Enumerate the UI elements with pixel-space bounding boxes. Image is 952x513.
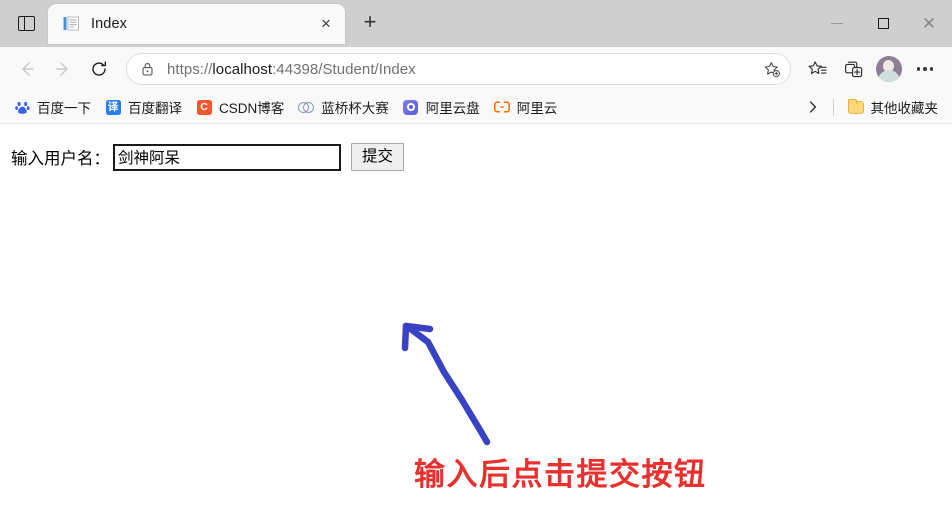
browser-tab[interactable]: Index × xyxy=(48,3,345,44)
lock-icon xyxy=(140,61,155,77)
bookmark-label: CSDN博客 xyxy=(219,101,285,116)
aliyun-icon xyxy=(493,99,510,115)
rings-icon xyxy=(298,99,315,115)
browser-window: Index × + ✕ https://localhost:44398/Stud… xyxy=(0,0,952,513)
url-host: localhost xyxy=(212,60,273,78)
back-arrow-icon xyxy=(22,62,34,76)
bookmark-label: 百度翻译 xyxy=(128,101,182,116)
address-bar[interactable]: https://localhost:44398/Student/Index xyxy=(126,53,791,85)
url-scheme: https:// xyxy=(167,60,213,78)
url-path: :44398/Student/Index xyxy=(272,60,416,78)
favorites-button[interactable] xyxy=(799,52,835,86)
username-input[interactable] xyxy=(113,143,341,171)
other-favorites-button[interactable]: 其他收藏夹 xyxy=(841,94,946,120)
bookmark-label: 百度一下 xyxy=(37,101,91,116)
translate-icon: 译 xyxy=(105,99,121,115)
close-tab-icon[interactable]: × xyxy=(313,11,339,37)
other-favorites-label: 其他收藏夹 xyxy=(870,101,939,116)
bookmark-label: 阿里云 xyxy=(516,101,558,116)
url-text: https://localhost:44398/Student/Index xyxy=(167,61,757,78)
back-button[interactable] xyxy=(9,52,45,86)
settings-and-more-button[interactable] xyxy=(907,52,943,86)
minimize-icon xyxy=(831,22,843,25)
baidu-paw-icon xyxy=(14,99,30,115)
chevron-right-icon xyxy=(809,101,816,113)
bookmark-baidu[interactable]: 百度一下 xyxy=(7,94,98,120)
close-icon: ✕ xyxy=(921,14,937,33)
csdn-icon: C xyxy=(196,99,212,115)
csdn-glyph: C xyxy=(196,99,212,115)
browser-toolbar: https://localhost:44398/Student/Index xyxy=(0,47,952,91)
maximize-icon xyxy=(877,18,889,29)
bookmark-lanqiaobei[interactable]: 蓝桥杯大赛 xyxy=(291,94,396,120)
aliyun-drive-icon xyxy=(403,99,419,115)
avatar xyxy=(876,56,902,82)
page-viewport: 输入用户名： 提交 输入后点击提交按钮 xyxy=(0,124,952,513)
tab-strip-left: Index × + xyxy=(0,0,387,47)
avatar-body xyxy=(878,70,900,82)
submit-button[interactable]: 提交 xyxy=(351,143,405,171)
folder-icon xyxy=(847,98,864,115)
minimize-button[interactable] xyxy=(814,0,860,47)
bookmarks-overflow-button[interactable] xyxy=(800,94,826,120)
window-controls: ✕ xyxy=(814,0,952,47)
username-label: 输入用户名： xyxy=(11,149,110,168)
translate-glyph: 译 xyxy=(105,99,121,115)
favorites-star-icon xyxy=(808,60,827,74)
refresh-icon xyxy=(92,61,106,76)
bookmark-baidu-translate[interactable]: 译 百度翻译 xyxy=(98,94,189,120)
forward-arrow-icon xyxy=(56,62,68,76)
collections-add-icon xyxy=(844,61,862,77)
bookmark-csdn[interactable]: C CSDN博客 xyxy=(189,94,291,120)
tab-strip: Index × + ✕ xyxy=(0,0,952,47)
bookmarks-divider xyxy=(832,98,834,116)
more-options-icon xyxy=(916,67,934,71)
username-form: 输入用户名： 提交 xyxy=(11,143,405,171)
annotation-text: 输入后点击提交按钮 xyxy=(414,457,707,493)
bookmark-aliyun[interactable]: 阿里云 xyxy=(487,94,565,120)
bookmark-aliyun-drive[interactable]: 阿里云盘 xyxy=(396,94,487,120)
maximize-button[interactable] xyxy=(860,0,906,47)
bookmark-label: 阿里云盘 xyxy=(425,101,480,116)
tab-actions-button[interactable] xyxy=(8,7,44,41)
profile-button[interactable] xyxy=(871,52,907,86)
close-window-button[interactable]: ✕ xyxy=(906,0,952,47)
tab-title: Index xyxy=(91,15,127,32)
collections-button[interactable] xyxy=(835,52,871,86)
arrow-pointing-to-submit-button xyxy=(401,322,491,446)
refresh-button[interactable] xyxy=(81,52,117,86)
document-icon xyxy=(62,15,80,33)
bookmark-label: 蓝桥杯大赛 xyxy=(321,101,389,116)
bookmarks-bar: 百度一下 译 百度翻译 C CSDN博客 蓝桥杯大赛 阿里云盘 阿里云 其他收藏… xyxy=(0,91,952,124)
add-favorite-icon[interactable] xyxy=(757,55,785,83)
tab-actions-icon xyxy=(17,16,35,31)
forward-button[interactable] xyxy=(45,52,81,86)
new-tab-button[interactable]: + xyxy=(353,5,387,39)
